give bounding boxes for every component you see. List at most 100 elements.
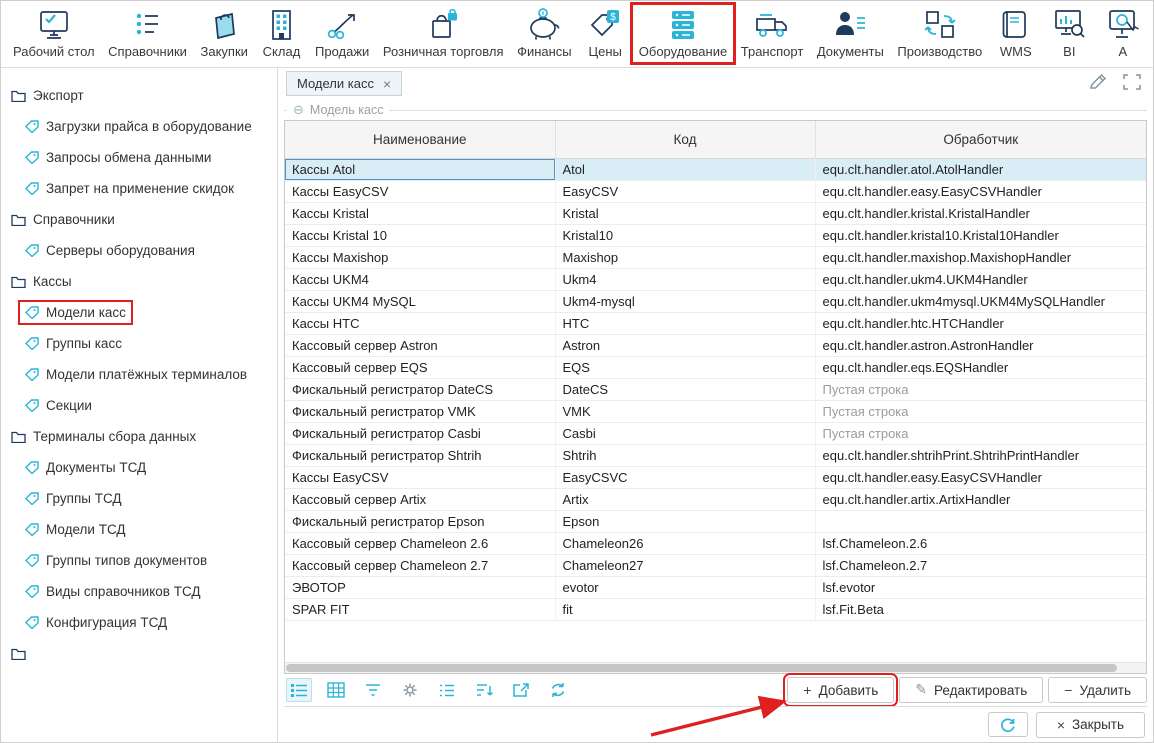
- fullscreen-icon[interactable]: [1121, 72, 1143, 92]
- nav-item-production[interactable]: Производство: [891, 5, 988, 62]
- cell-name[interactable]: Кассовый сервер Chameleon 2.6: [285, 532, 555, 554]
- table-row[interactable]: Фискальный регистратор EpsonEpson: [285, 510, 1146, 532]
- cell-name[interactable]: Кассовый сервер Chameleon 2.7: [285, 554, 555, 576]
- cell-code[interactable]: VMK: [555, 400, 815, 422]
- cell-name[interactable]: Фискальный регистратор Shtrih: [285, 444, 555, 466]
- cell-code[interactable]: Kristal10: [555, 224, 815, 246]
- tree-folder[interactable]: Экспорт: [1, 80, 277, 111]
- tree-leaf[interactable]: Запрет на применение скидок: [1, 173, 277, 204]
- cell-name[interactable]: Фискальный регистратор VMK: [285, 400, 555, 422]
- cell-handler[interactable]: equ.clt.handler.htc.HTCHandler: [815, 312, 1146, 334]
- cell-name[interactable]: Кассы Maxishop: [285, 246, 555, 268]
- cell-handler[interactable]: equ.clt.handler.kristal.KristalHandler: [815, 202, 1146, 224]
- cell-handler[interactable]: lsf.Chameleon.2.6: [815, 532, 1146, 554]
- cell-code[interactable]: EasyCSV: [555, 180, 815, 202]
- cell-name[interactable]: Фискальный регистратор Casbi: [285, 422, 555, 444]
- table-row[interactable]: Кассовый сервер ArtixArtixequ.clt.handle…: [285, 488, 1146, 510]
- tree-leaf[interactable]: Группы типов документов: [1, 545, 277, 576]
- table-row[interactable]: Кассы UKM4 MySQLUkm4-mysqlequ.clt.handle…: [285, 290, 1146, 312]
- nav-item-directories[interactable]: Справочники: [102, 5, 193, 62]
- cell-name[interactable]: Кассы Atol: [285, 158, 555, 180]
- tree-leaf[interactable]: Документы ТСД: [1, 452, 277, 483]
- cell-handler[interactable]: lsf.Fit.Beta: [815, 598, 1146, 620]
- nav-item-prices[interactable]: $Цены: [579, 5, 631, 62]
- cell-handler[interactable]: equ.clt.handler.maxishop.MaxishopHandler: [815, 246, 1146, 268]
- cell-name[interactable]: Фискальный регистратор Epson: [285, 510, 555, 532]
- nav-item-transport[interactable]: Транспорт: [735, 5, 810, 62]
- cell-code[interactable]: EasyCSVC: [555, 466, 815, 488]
- cell-code[interactable]: Chameleon27: [555, 554, 815, 576]
- tree-leaf[interactable]: Запросы обмена данными: [1, 142, 277, 173]
- cell-code[interactable]: Astron: [555, 334, 815, 356]
- column-header[interactable]: Код: [555, 121, 815, 158]
- table-row[interactable]: Фискальный регистратор DateCSDateCSПуста…: [285, 378, 1146, 400]
- add-button[interactable]: + Добавить: [787, 677, 894, 703]
- tree-folder[interactable]: Справочники: [1, 204, 277, 235]
- cell-name[interactable]: Фискальный регистратор DateCS: [285, 378, 555, 400]
- cell-handler[interactable]: Пустая строка: [815, 422, 1146, 444]
- table-row[interactable]: ЭВОТОРevotorlsf.evotor: [285, 576, 1146, 598]
- cell-handler[interactable]: [815, 510, 1146, 532]
- tree-leaf[interactable]: Группы касс: [1, 328, 277, 359]
- refresh-button[interactable]: [988, 712, 1028, 737]
- cell-code[interactable]: Atol: [555, 158, 815, 180]
- cell-handler[interactable]: equ.clt.handler.ukm4mysql.UKM4MySQLHandl…: [815, 290, 1146, 312]
- numbered-list-icon[interactable]: [434, 678, 460, 702]
- cell-handler[interactable]: equ.clt.handler.eqs.EQSHandler: [815, 356, 1146, 378]
- cell-code[interactable]: Ukm4-mysql: [555, 290, 815, 312]
- sync-icon[interactable]: [545, 678, 571, 702]
- nav-item-documents[interactable]: Документы: [811, 5, 890, 62]
- cell-handler[interactable]: Пустая строка: [815, 378, 1146, 400]
- tree-folder[interactable]: Терминалы сбора данных: [1, 421, 277, 452]
- cell-code[interactable]: Artix: [555, 488, 815, 510]
- cell-handler[interactable]: equ.clt.handler.kristal10.Kristal10Handl…: [815, 224, 1146, 246]
- cell-code[interactable]: Epson: [555, 510, 815, 532]
- tree-leaf[interactable]: Конфигурация ТСД: [1, 607, 277, 638]
- sort-icon[interactable]: [471, 678, 497, 702]
- cell-name[interactable]: Кассы EasyCSV: [285, 180, 555, 202]
- nav-item-purchases[interactable]: Закупки: [195, 5, 254, 62]
- cell-name[interactable]: Кассы HTC: [285, 312, 555, 334]
- nav-item-sales[interactable]: Продажи: [309, 5, 375, 62]
- table-row[interactable]: Кассовый сервер EQSEQSequ.clt.handler.eq…: [285, 356, 1146, 378]
- table-row[interactable]: Кассы Kristal 10Kristal10equ.clt.handler…: [285, 224, 1146, 246]
- open-window-icon[interactable]: [508, 678, 534, 702]
- column-header[interactable]: Обработчик: [815, 121, 1146, 158]
- edit-icon[interactable]: [1087, 72, 1109, 92]
- table-row[interactable]: Кассы MaxishopMaxishopequ.clt.handler.ma…: [285, 246, 1146, 268]
- table-row[interactable]: Кассы EasyCSVEasyCSVequ.clt.handler.easy…: [285, 180, 1146, 202]
- cell-handler[interactable]: Пустая строка: [815, 400, 1146, 422]
- cell-code[interactable]: Maxishop: [555, 246, 815, 268]
- filter-icon[interactable]: [360, 678, 386, 702]
- tree-folder[interactable]: [1, 638, 277, 669]
- cell-handler[interactable]: equ.clt.handler.atol.AtolHandler: [815, 158, 1146, 180]
- cell-code[interactable]: evotor: [555, 576, 815, 598]
- tab-close-icon[interactable]: ×: [383, 77, 391, 91]
- cell-name[interactable]: Кассовый сервер EQS: [285, 356, 555, 378]
- nav-item-desktop[interactable]: Рабочий стол: [7, 5, 101, 62]
- cell-code[interactable]: Chameleon26: [555, 532, 815, 554]
- nav-item-finance[interactable]: Финансы: [511, 5, 578, 62]
- cell-code[interactable]: DateCS: [555, 378, 815, 400]
- close-button[interactable]: × Закрыть: [1036, 712, 1145, 738]
- cell-handler[interactable]: equ.clt.handler.artix.ArtixHandler: [815, 488, 1146, 510]
- grid-view-icon[interactable]: [323, 678, 349, 702]
- table-row[interactable]: Кассы KristalKristalequ.clt.handler.kris…: [285, 202, 1146, 224]
- horizontal-scrollbar[interactable]: [285, 662, 1146, 673]
- cell-name[interactable]: Кассы Kristal 10: [285, 224, 555, 246]
- tree-leaf[interactable]: Виды справочников ТСД: [1, 576, 277, 607]
- tree-leaf[interactable]: Модели платёжных терминалов: [1, 359, 277, 390]
- tree-leaf[interactable]: Модели касс: [1, 297, 277, 328]
- delete-button[interactable]: − Удалить: [1048, 677, 1147, 703]
- table-row[interactable]: Кассовый сервер Chameleon 2.6Chameleon26…: [285, 532, 1146, 554]
- table-row[interactable]: Кассовый сервер Chameleon 2.7Chameleon27…: [285, 554, 1146, 576]
- list-view-icon[interactable]: [286, 678, 312, 702]
- cell-handler[interactable]: equ.clt.handler.easy.EasyCSVHandler: [815, 180, 1146, 202]
- cell-code[interactable]: Ukm4: [555, 268, 815, 290]
- nav-item-admin[interactable]: А: [1097, 5, 1149, 62]
- cell-code[interactable]: HTC: [555, 312, 815, 334]
- table-row[interactable]: Фискальный регистратор ShtrihShtrihequ.c…: [285, 444, 1146, 466]
- cell-name[interactable]: ЭВОТОР: [285, 576, 555, 598]
- tree-leaf[interactable]: Модели ТСД: [1, 514, 277, 545]
- settings-icon[interactable]: [397, 678, 423, 702]
